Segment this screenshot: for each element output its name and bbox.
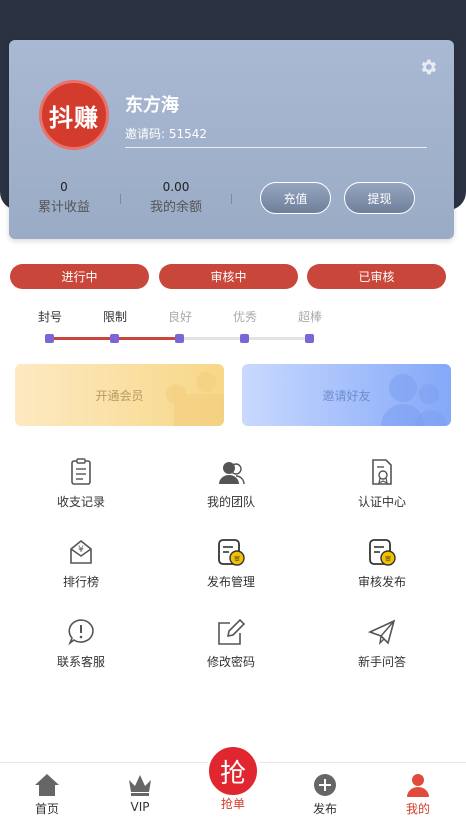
records-icon [71,458,91,485]
certification-icon [372,459,392,485]
menu-publish-manage[interactable]: 审 发布管理 [171,537,291,590]
home-icon [35,774,59,796]
level-dot [305,334,314,343]
tab-mine[interactable]: 我的 [388,763,448,818]
stat-divider [120,194,121,204]
stat-divider [231,194,232,204]
tab-label: 首页 [34,802,59,816]
menu-label: 认证中心 [357,495,406,509]
menu-label: 发布管理 [206,575,255,589]
menu-label: 我的团队 [206,495,255,509]
tab-under-review[interactable]: 审核中 [159,264,298,289]
grab-order-label: 抢单 [220,797,245,811]
ranking-icon: ¥ [70,539,92,564]
tab-label: VIP [130,800,150,814]
tab-label: 发布 [312,802,337,816]
total-earnings-label: 累计收益 [37,200,90,215]
total-earnings: 0 累计收益 [19,180,109,215]
puzzle-decoration-icon [166,372,224,426]
menu-certification[interactable]: 认证中心 [322,457,442,510]
menu-edit-password[interactable]: 修改密码 [171,617,291,670]
level-label: 限制 [103,310,128,324]
gear-icon[interactable] [418,57,438,77]
tab-publish[interactable]: 发布 [295,763,355,818]
menu-label: 新手问答 [357,655,406,669]
tab-vip[interactable]: VIP [110,763,170,818]
grab-order-button[interactable]: 抢 [206,744,260,798]
svg-text:¥: ¥ [78,545,84,555]
level-dot [45,334,54,343]
customer-service-icon [68,619,94,646]
svg-text:审: 审 [234,555,240,563]
tab-label: 我的 [405,802,430,816]
faq-icon [367,619,396,645]
edit-password-icon [218,618,246,645]
svg-text:审: 审 [385,555,391,563]
menu-faq[interactable]: 新手问答 [322,617,442,670]
menu-records[interactable]: 收支记录 [21,457,141,510]
menu-label: 联系客服 [56,655,105,669]
menu-ranking[interactable]: ¥ 排行榜 [21,537,141,590]
tab-in-progress[interactable]: 进行中 [10,264,149,289]
crown-icon [129,775,151,796]
level-dot [175,334,184,343]
invite-banner-label: 邀请好友 [322,388,371,403]
menu-review-publish[interactable]: 审 审核发布 [322,537,442,590]
my-balance-label: 我的余额 [149,200,202,215]
menu-label: 收支记录 [56,495,105,509]
total-earnings-value: 0 [60,180,68,194]
menu-label: 排行榜 [62,575,99,589]
avatar[interactable]: 抖赚 [39,80,109,150]
level-label: 优秀 [233,310,258,324]
review-publish-icon: 审 [369,539,396,566]
menu-label: 修改密码 [206,655,255,669]
vip-banner[interactable]: 开通会员 [15,364,224,426]
level-label: 封号 [38,310,63,324]
plus-circle-icon [314,774,336,796]
vip-banner-label: 开通会员 [95,388,144,403]
menu-team[interactable]: 我的团队 [171,457,291,510]
username: 东方海 [125,95,179,116]
recharge-button[interactable]: 充值 [260,182,331,214]
tab-home[interactable]: 首页 [17,763,77,818]
invite-friends-banner[interactable]: 邀请好友 [242,364,451,426]
my-balance-value: 0.00 [162,180,190,194]
people-decoration-icon [381,374,447,426]
invite-code: 邀请码: 51542 [125,125,427,148]
profile-card: 抖赚 东方海 邀请码: 51542 0 累计收益 0.00 我的余额 充值 提现 [9,40,454,239]
level-dot [240,334,249,343]
level-label: 超棒 [298,310,323,324]
publish-manage-icon: 审 [218,539,245,566]
user-icon [407,774,429,797]
menu-label: 审核发布 [357,575,406,589]
withdraw-button[interactable]: 提现 [344,182,415,214]
team-icon [219,462,245,485]
my-balance: 0.00 我的余额 [131,180,221,215]
tab-reviewed[interactable]: 已审核 [307,264,446,289]
level-dot [110,334,119,343]
level-label: 良好 [168,310,193,324]
menu-customer-service[interactable]: 联系客服 [21,617,141,670]
